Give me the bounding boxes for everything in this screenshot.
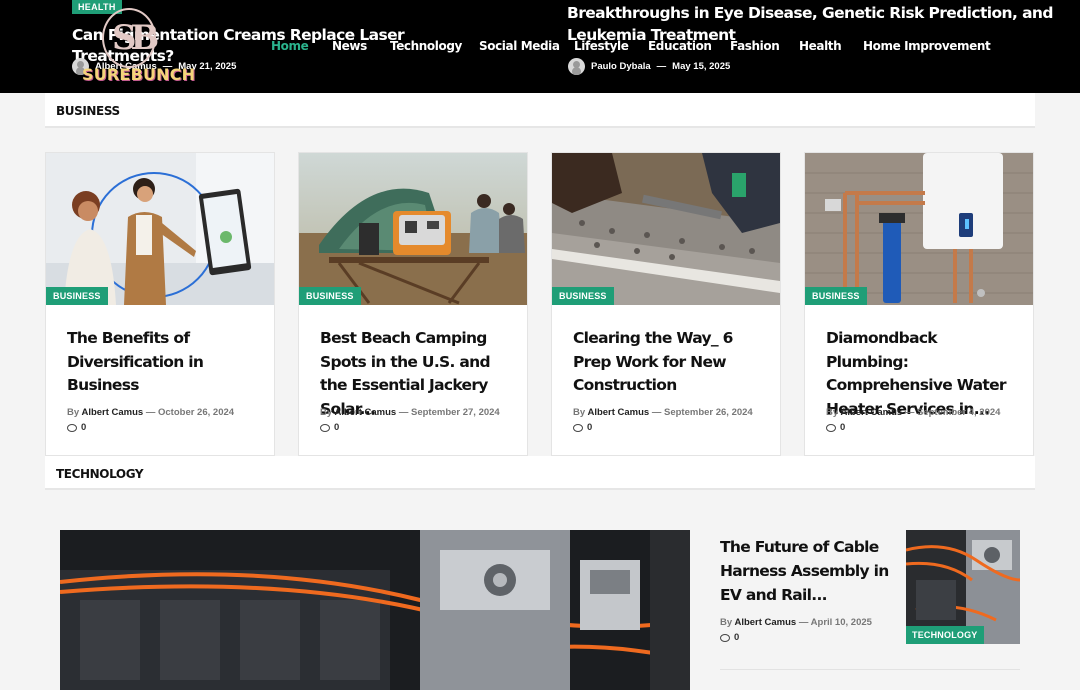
category-badge[interactable]: BUSINESS xyxy=(46,287,108,305)
comment-icon xyxy=(720,633,730,642)
category-badge[interactable]: BUSINESS xyxy=(552,287,614,305)
author-link[interactable]: Albert Camus xyxy=(587,407,649,418)
section-title[interactable]: BUSINESS xyxy=(56,104,120,118)
nav-item-news[interactable]: News xyxy=(332,39,367,53)
article-meta: By Albert Camus — October 26, 2024 0 xyxy=(67,407,235,435)
comments-link[interactable]: 0 xyxy=(67,420,86,435)
category-badge[interactable]: TECHNOLOGY xyxy=(906,626,984,644)
headline-right-author[interactable]: Paulo Dybala xyxy=(591,61,651,72)
logo-monogram: SB xyxy=(112,18,159,58)
logo-wordmark: SUREBUNCH xyxy=(82,65,196,84)
comment-icon xyxy=(826,423,836,432)
headline-right-meta: Paulo Dybala — May 15, 2025 xyxy=(568,58,730,75)
headline-right-date: May 15, 2025 xyxy=(672,61,731,72)
office-meeting-illustration xyxy=(46,153,274,305)
author-link[interactable]: Albert Camus xyxy=(840,407,902,418)
section-title[interactable]: TECHNOLOGY xyxy=(56,467,144,481)
author-link[interactable]: Albert Camus xyxy=(734,617,796,628)
tech-article-title[interactable]: The Future of Cable Harness Assembly in … xyxy=(720,535,890,607)
headline-right-title-line1[interactable]: Breakthroughs in Eye Disease, Genetic Ri… xyxy=(567,3,1067,24)
nav-item-home[interactable]: Home xyxy=(271,39,309,53)
comment-icon xyxy=(320,423,330,432)
nav-item-health[interactable]: Health xyxy=(799,39,842,53)
article-image-camping[interactable]: BUSINESS xyxy=(299,153,527,305)
article-image-construction[interactable]: BUSINESS xyxy=(552,153,780,305)
tech-article-thumbnail[interactable]: TECHNOLOGY xyxy=(906,530,1020,644)
nav-item-education[interactable]: Education xyxy=(648,39,712,53)
water-heater-illustration xyxy=(805,153,1033,305)
author-link[interactable]: Albert Camus xyxy=(81,407,143,418)
article-date: September 4, 2024 xyxy=(917,407,1001,418)
comments-link[interactable]: 0 xyxy=(573,420,592,435)
site-logo[interactable]: SB SUREBUNCH xyxy=(82,8,195,88)
author-link[interactable]: Albert Camus xyxy=(334,407,396,418)
article-date: September 26, 2024 xyxy=(664,407,753,418)
article-meta: By Albert Camus — September 4, 2024 0 xyxy=(826,407,1001,435)
nav-item-social-media[interactable]: Social Media xyxy=(479,39,560,53)
article-card[interactable]: BUSINESS Best Beach Camping Spots in the… xyxy=(298,152,528,456)
camping-illustration xyxy=(299,153,527,305)
category-badge[interactable]: BUSINESS xyxy=(805,287,867,305)
comment-icon xyxy=(573,423,583,432)
tech-article-meta: By Albert Camus — April 10, 2025 0 xyxy=(720,617,872,645)
nav-item-fashion[interactable]: Fashion xyxy=(730,39,780,53)
article-date: September 27, 2024 xyxy=(411,407,500,418)
article-card[interactable]: BUSINESS The Benefits of Diversification… xyxy=(45,152,275,456)
article-title[interactable]: Clearing the Way_ 6 Prep Work for New Co… xyxy=(573,327,765,398)
nav-item-lifestyle[interactable]: Lifestyle xyxy=(574,39,629,53)
comments-link[interactable]: 0 xyxy=(720,630,739,645)
article-title[interactable]: The Benefits of Diversification in Busin… xyxy=(67,327,259,398)
article-meta: By Albert Camus — September 27, 2024 0 xyxy=(320,407,500,435)
featured-article-image[interactable] xyxy=(60,530,690,690)
article-date: April 10, 2025 xyxy=(810,617,872,628)
nav-item-home-improvement[interactable]: Home Improvement xyxy=(863,39,991,53)
article-meta: By Albert Camus — September 26, 2024 0 xyxy=(573,407,753,435)
article-image-office[interactable]: BUSINESS xyxy=(46,153,274,305)
ev-harness-illustration xyxy=(60,530,690,690)
category-badge[interactable]: BUSINESS xyxy=(299,287,361,305)
article-date: October 26, 2024 xyxy=(158,407,235,418)
comments-link[interactable]: 0 xyxy=(826,420,845,435)
article-image-water-heater[interactable]: BUSINESS xyxy=(805,153,1033,305)
construction-illustration xyxy=(552,153,780,305)
divider xyxy=(720,669,1020,670)
article-card[interactable]: BUSINESS Diamondback Plumbing: Comprehen… xyxy=(804,152,1034,456)
avatar[interactable] xyxy=(568,58,585,75)
site-header: HEALTH Can Pigmentation Creams Replace L… xyxy=(0,0,1080,93)
comments-link[interactable]: 0 xyxy=(320,420,339,435)
article-card[interactable]: BUSINESS Clearing the Way_ 6 Prep Work f… xyxy=(551,152,781,456)
comment-icon xyxy=(67,423,77,432)
section-heading-business: BUSINESS xyxy=(45,93,1035,128)
nav-item-technology[interactable]: Technology xyxy=(390,39,462,53)
section-heading-technology: TECHNOLOGY xyxy=(45,456,1035,490)
